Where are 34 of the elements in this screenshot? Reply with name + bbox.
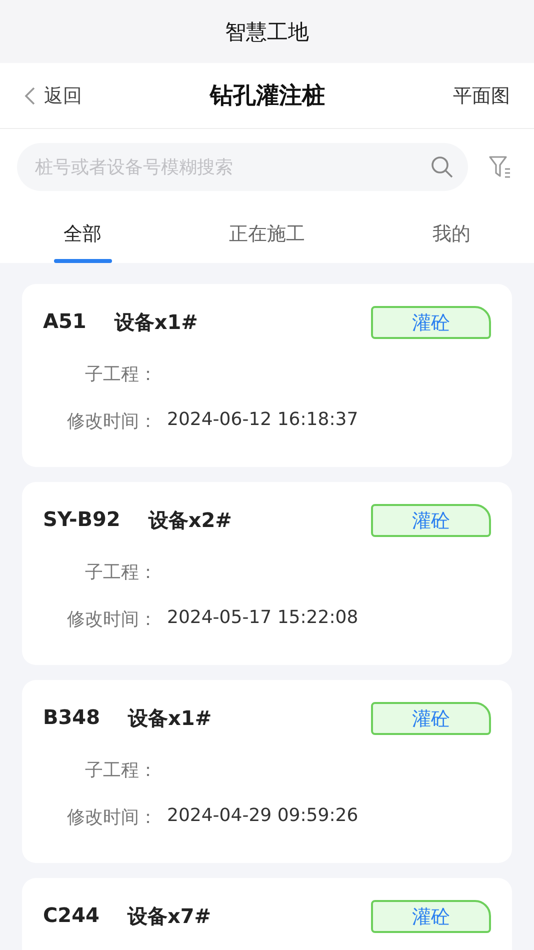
pile-number: A51 bbox=[43, 309, 86, 335]
pile-number: C244 bbox=[43, 903, 100, 929]
device-name: 设备x1# bbox=[114, 309, 198, 336]
pile-card[interactable]: A51 设备x1# 灌砼 子工程： 修改时间： 2024-06-12 16:18:37 bbox=[22, 284, 512, 467]
floor-plan-button[interactable]: 平面图 bbox=[453, 82, 510, 108]
device-name: 设备x1# bbox=[128, 705, 212, 732]
tab[interactable]: 我的 bbox=[422, 209, 480, 263]
back-button[interactable]: 返回 bbox=[24, 82, 82, 108]
field-value: 2024-06-12 16:18:37 bbox=[167, 409, 360, 432]
field-label: 修改时间： bbox=[66, 806, 157, 829]
field-label: 子工程： bbox=[84, 759, 157, 782]
tab[interactable]: 全部 bbox=[54, 209, 112, 263]
status-badge: 灌砼 bbox=[371, 702, 491, 735]
pile-card[interactable]: B348 设备x1# 灌砼 子工程： 修改时间： 2024-04-29 09:59:26 bbox=[22, 680, 512, 863]
device-name: 设备x7# bbox=[127, 903, 212, 930]
tab[interactable]: 正在施工 bbox=[218, 209, 315, 263]
page-title: 钻孔灌注桩 bbox=[210, 82, 325, 111]
app-title: 智慧工地 bbox=[225, 18, 309, 46]
pile-card[interactable]: SY-B92 设备x2# 灌砼 子工程： 修改时间： 2024-05-17 15:22:08 bbox=[22, 482, 512, 665]
chevron-left-icon bbox=[24, 86, 36, 106]
field-label: 子工程： bbox=[84, 561, 157, 584]
status-badge: 灌砼 bbox=[371, 900, 491, 933]
field-label: 修改时间： bbox=[66, 410, 157, 433]
pile-number: B348 bbox=[43, 705, 100, 731]
status-badge: 灌砼 bbox=[371, 306, 491, 339]
pile-number: SY-B92 bbox=[43, 507, 120, 533]
pile-card[interactable]: C244 设备x7# 灌砼 bbox=[22, 878, 512, 950]
device-name: 设备x2# bbox=[148, 507, 232, 534]
status-badge: 灌砼 bbox=[371, 504, 491, 537]
field-value: 2024-04-29 09:59:26 bbox=[167, 805, 360, 828]
search-icon[interactable] bbox=[430, 155, 454, 179]
field-value: 2024-05-17 15:22:08 bbox=[167, 607, 360, 630]
field-label: 修改时间： bbox=[66, 608, 157, 631]
field-label: 子工程： bbox=[84, 363, 157, 386]
